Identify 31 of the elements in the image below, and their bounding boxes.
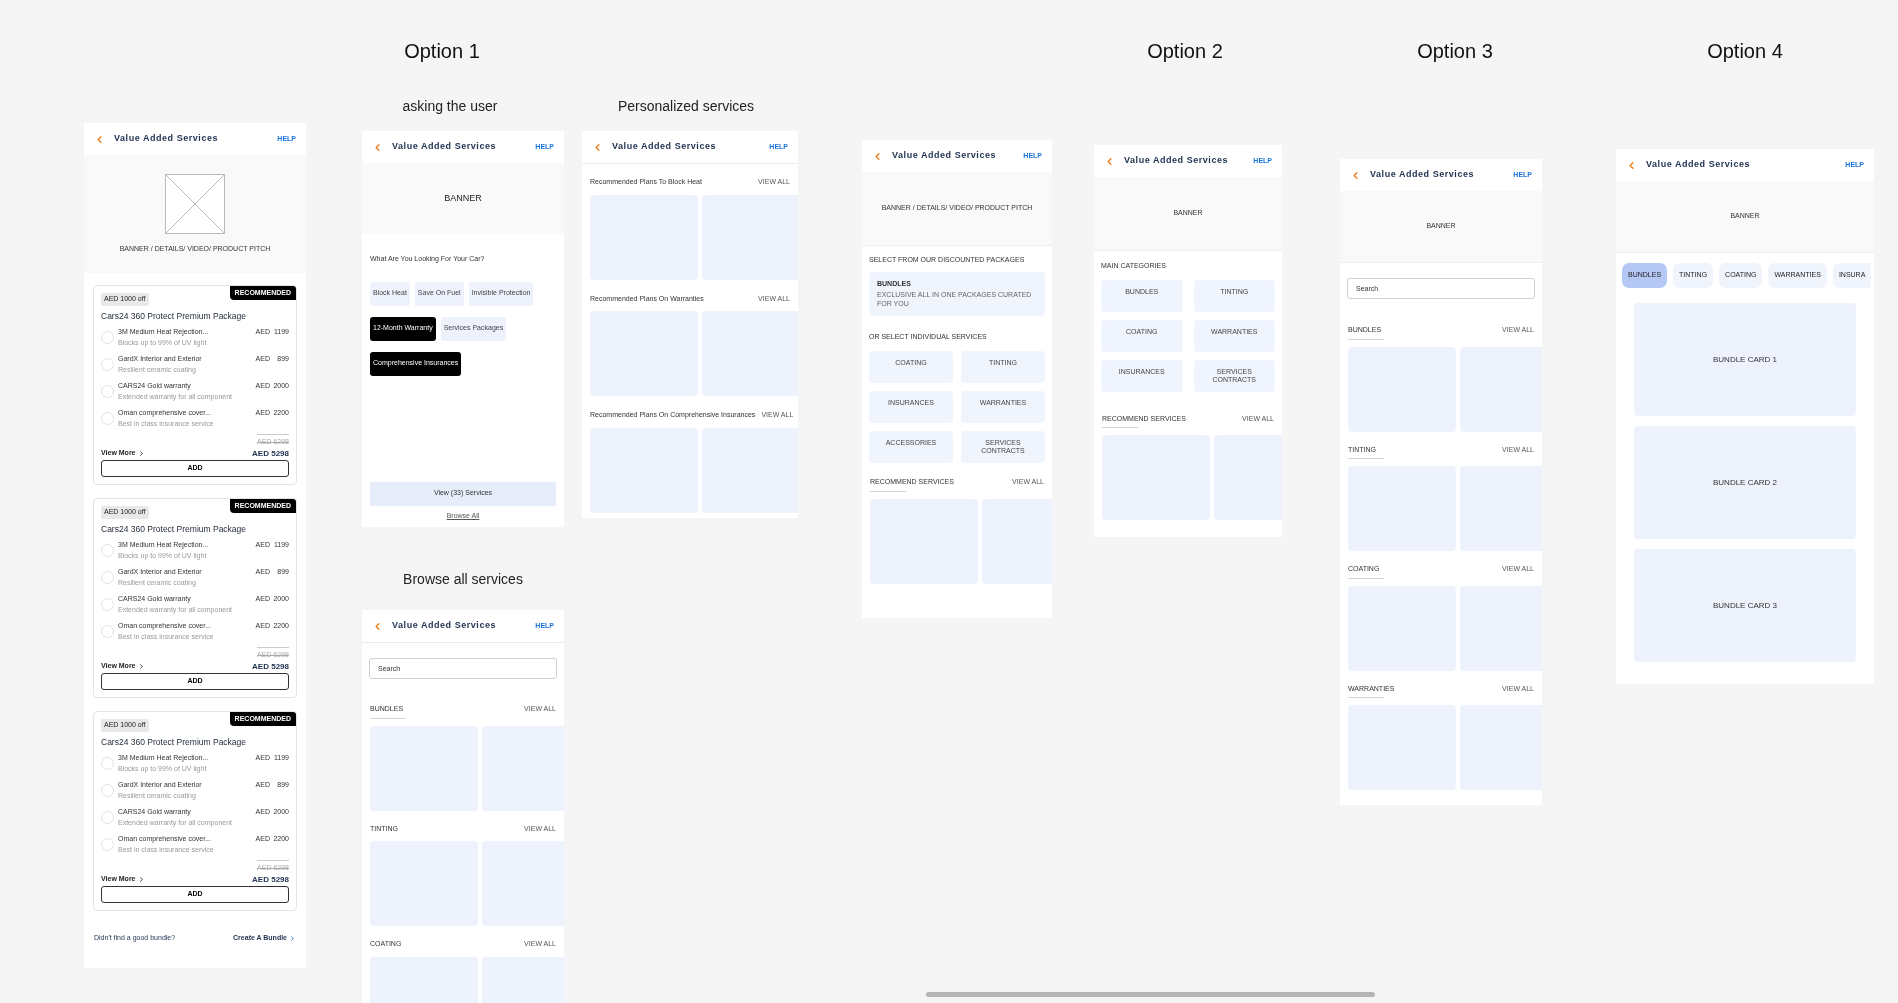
option-heading: Option 3 <box>1417 39 1493 64</box>
screen-title: Value Added Services <box>392 140 496 154</box>
banner-text: BANNER <box>444 191 482 205</box>
bundle-card[interactable]: BUNDLE CARD 1 <box>1634 303 1856 416</box>
total-price: AED 5298 <box>252 660 289 673</box>
option-heading: Option 1 <box>404 39 480 64</box>
screen-title: Value Added Services <box>1370 168 1474 182</box>
screen-title: Value Added Services <box>892 149 996 163</box>
chevron-icon <box>137 876 145 884</box>
screen-title: Value Added Services <box>392 619 496 633</box>
bundle-card[interactable]: BUNDLE CARD 3 <box>1634 549 1856 662</box>
option-heading: Option 2 <box>1147 39 1223 64</box>
chevron-icon <box>289 934 296 942</box>
package-title: Cars24 360 Protect Premium Package <box>101 735 248 749</box>
screen-title: Value Added Services <box>114 132 218 146</box>
package-title: Cars24 360 Protect Premium Package <box>101 522 248 536</box>
horizontal-scrollbar[interactable] <box>926 992 1375 997</box>
frame-caption: Personalized services <box>617 97 755 116</box>
screen-title: Value Added Services <box>612 140 716 154</box>
frame-caption: Browse all services <box>403 570 523 589</box>
bundle-card[interactable]: BUNDLE CARD 2 <box>1634 426 1856 539</box>
screen-title: Value Added Services <box>1646 158 1750 172</box>
chevron-icon <box>137 663 145 671</box>
total-price: AED 5298 <box>252 873 289 886</box>
frame-caption: asking the user <box>402 97 498 116</box>
image-placeholder-icon <box>165 173 225 234</box>
total-price: AED 5298 <box>252 447 289 460</box>
screen-title: Value Added Services <box>1124 154 1228 168</box>
option-heading: Option 4 <box>1707 39 1783 64</box>
chevron-icon <box>137 450 145 458</box>
package-title: Cars24 360 Protect Premium Package <box>101 309 248 323</box>
